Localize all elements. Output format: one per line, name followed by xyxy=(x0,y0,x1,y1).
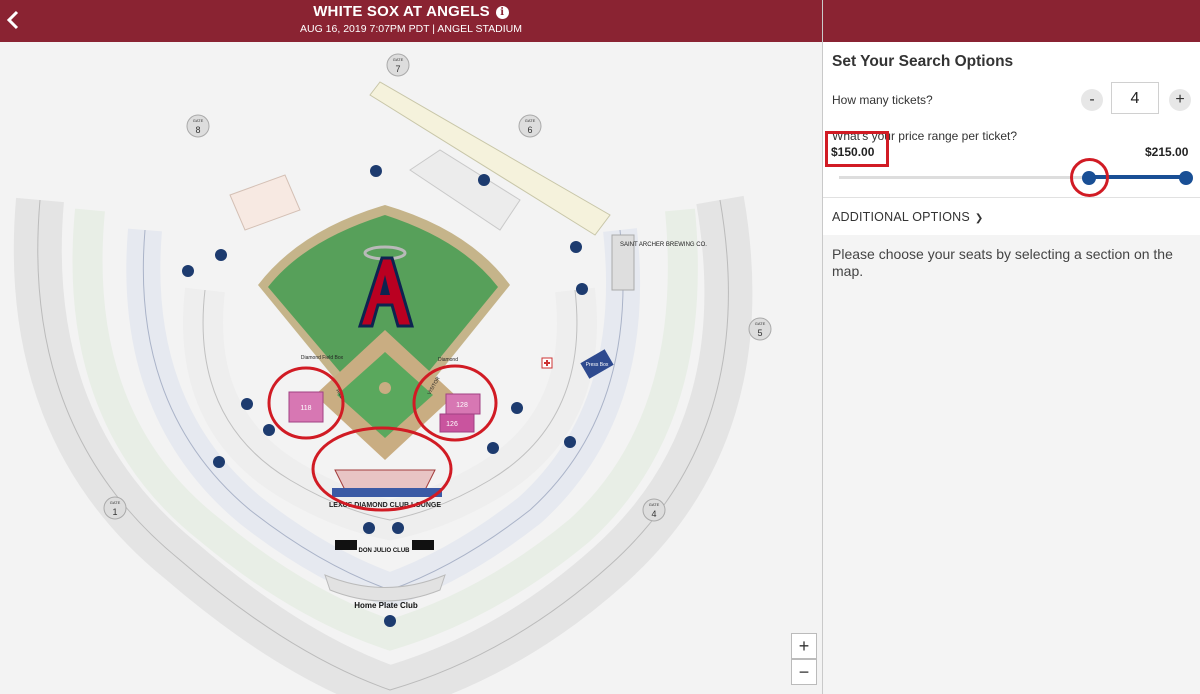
choose-seats-message: Please choose your seats by selecting a … xyxy=(832,246,1173,279)
don-julio-label: DON JULIO CLUB xyxy=(359,548,411,554)
tickets-label: How many tickets? xyxy=(832,93,933,107)
info-icon xyxy=(478,174,490,186)
merchandise-icon xyxy=(564,436,576,448)
svg-text:GATE: GATE xyxy=(393,57,404,62)
svg-text:8: 8 xyxy=(195,125,200,135)
ticket-quantity-field[interactable]: 4 xyxy=(1111,82,1159,114)
svg-text:1: 1 xyxy=(112,507,117,517)
svg-text:GATE: GATE xyxy=(193,118,204,123)
accessible-icon xyxy=(182,265,194,277)
diamond-club-seats[interactable] xyxy=(334,469,436,491)
svg-text:4: 4 xyxy=(651,509,656,519)
don-julio-left[interactable] xyxy=(335,540,357,550)
gate-5-marker: GATE 5 xyxy=(748,317,772,341)
svg-text:6: 6 xyxy=(527,125,532,135)
info-icon xyxy=(487,442,499,454)
lounge-bar xyxy=(332,488,442,497)
search-options-panel: Set Your Search Options How many tickets… xyxy=(823,42,1200,694)
zoom-in-button[interactable]: + xyxy=(791,633,817,659)
header-bar: WHITE SOX AT ANGELS i AUG 16, 2019 7:07PM… xyxy=(0,0,1200,42)
svg-text:GATE: GATE xyxy=(755,321,766,326)
accessible-icon xyxy=(576,283,588,295)
price-min-value: $150.00 xyxy=(831,145,875,159)
event-title-block: WHITE SOX AT ANGELS i AUG 16, 2019 7:07PM… xyxy=(0,0,822,35)
diamond-field-box-left: Diamond Field Box xyxy=(301,355,344,361)
svg-text:5: 5 xyxy=(757,328,762,338)
event-title: WHITE SOX AT ANGELS i xyxy=(0,3,822,20)
merchandise-icon xyxy=(511,402,523,414)
merchandise-icon xyxy=(263,424,275,436)
divider xyxy=(823,197,1200,198)
press-box-label: Press Box xyxy=(586,362,609,368)
info-icon[interactable]: i xyxy=(495,6,509,19)
search-options-title: Set Your Search Options xyxy=(832,53,1014,70)
accessible-icon xyxy=(392,522,404,534)
additional-options-toggle[interactable]: ADDITIONAL OPTIONS ❯ xyxy=(832,210,983,224)
atm-icon xyxy=(363,522,375,534)
event-subtitle: AUG 16, 2019 7:07PM PDT | ANGEL STADIUM xyxy=(300,23,522,35)
annotation-circle-slider-handle xyxy=(1069,158,1109,197)
price-max-value: $215.00 xyxy=(1145,145,1189,159)
parking-icon xyxy=(370,165,382,177)
instructions-area: Please choose your seats by selecting a … xyxy=(823,235,1200,694)
mc-icon xyxy=(215,249,227,261)
svg-text:7: 7 xyxy=(395,64,400,74)
section-128-label: 128 xyxy=(456,402,468,409)
gate-1-marker: GATE 1 xyxy=(103,496,127,520)
gate-6-marker: GATE 6 xyxy=(518,114,542,138)
stadium-map-svg[interactable]: 118 128 126 LEXUS DIAMOND CLUB LOUNGE DO… xyxy=(0,42,822,694)
diamond-field-box-right: Diamond xyxy=(438,357,458,363)
merchandise-icon xyxy=(213,456,225,468)
brewery-label: SAINT ARCHER BREWING CO. xyxy=(620,242,707,248)
info-icon xyxy=(241,398,253,410)
chevron-down-icon: ❯ xyxy=(974,213,984,224)
outfield-stand-left[interactable] xyxy=(229,174,301,231)
gate-4-marker: GATE 4 xyxy=(642,498,666,522)
gate-8-marker: GATE 8 xyxy=(186,114,210,138)
svg-text:GATE: GATE xyxy=(649,502,660,507)
decrease-tickets-button[interactable]: - xyxy=(1081,89,1103,111)
section-126-label: 126 xyxy=(446,421,458,428)
gate-7-marker: GATE 7 xyxy=(386,53,410,77)
svg-text:GATE: GATE xyxy=(110,500,121,505)
food-icon xyxy=(570,241,582,253)
pitchers-mound xyxy=(379,382,391,394)
seat-map[interactable]: 118 128 126 LEXUS DIAMOND CLUB LOUNGE DO… xyxy=(0,42,822,694)
info-icon xyxy=(384,615,396,627)
section-118-label: 118 xyxy=(300,405,311,412)
price-slider-max-handle[interactable] xyxy=(1179,171,1193,185)
don-julio-right[interactable] xyxy=(412,540,434,550)
increase-tickets-button[interactable]: + xyxy=(1169,89,1191,111)
home-plate-club-label: Home Plate Club xyxy=(354,601,418,610)
zoom-out-button[interactable]: − xyxy=(791,659,817,685)
svg-text:GATE: GATE xyxy=(525,118,536,123)
